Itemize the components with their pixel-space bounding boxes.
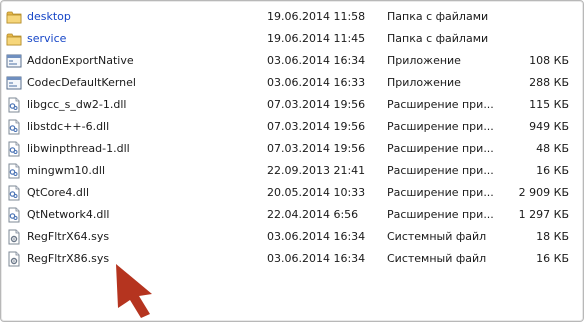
file-row[interactable]: AddonExportNative 03.06.2014 16:34 Приложе… (0, 50, 586, 72)
file-name: AddonExportNative (27, 54, 134, 67)
file-size: 48 КБ (536, 142, 569, 155)
file-size: 115 КБ (529, 98, 569, 111)
file-row[interactable]: QtNetwork4.dll 22.04.2014 6:56 Расширение … (0, 204, 586, 226)
file-row[interactable]: libwinpthread-1.dll 07.03.2014 19:56 Расши… (0, 138, 586, 160)
file-date-modified: 07.03.2014 19:56 (267, 98, 366, 111)
dll-file-icon (6, 141, 22, 157)
file-row[interactable]: QtCore4.dll 20.05.2014 10:33 Расширение пр… (0, 182, 586, 204)
file-type: Системный файл (387, 252, 487, 265)
file-name: RegFltrX86.sys (27, 252, 110, 265)
file-row[interactable]: RegFltrX64.sys 03.06.2014 16:34 Системный … (0, 226, 586, 248)
file-type: Расширение при... (387, 208, 494, 221)
dll-file-icon (6, 163, 22, 179)
file-type: Приложение (387, 54, 461, 67)
file-date-modified: 03.06.2014 16:34 (267, 252, 366, 265)
file-size: 108 КБ (529, 54, 569, 67)
folder-icon (6, 9, 22, 25)
file-name: QtNetwork4.dll (27, 208, 110, 221)
file-type: Расширение при... (387, 142, 494, 155)
file-type: Расширение при... (387, 186, 494, 199)
file-type: Расширение при... (387, 164, 494, 177)
file-size: 16 КБ (536, 164, 569, 177)
file-size: 18 КБ (536, 230, 569, 243)
file-size: 949 КБ (529, 120, 569, 133)
dll-file-icon (6, 119, 22, 135)
file-name: QtCore4.dll (27, 186, 90, 199)
file-name: service (27, 32, 67, 45)
file-date-modified: 07.03.2014 19:56 (267, 120, 366, 133)
file-type: Папка с файлами (387, 10, 489, 23)
file-type: Системный файл (387, 230, 487, 243)
pointer-arrow-icon (116, 264, 152, 318)
file-row[interactable]: libstdc++-6.dll 07.03.2014 19:56 Расширени… (0, 116, 586, 138)
file-type: Приложение (387, 76, 461, 89)
file-name: RegFltrX64.sys (27, 230, 110, 243)
file-name: CodecDefaultKernel (27, 76, 136, 89)
file-type: Расширение при... (387, 120, 494, 133)
file-date-modified: 07.03.2014 19:56 (267, 142, 366, 155)
file-date-modified: 03.06.2014 16:34 (267, 230, 366, 243)
file-size: 2 909 КБ (518, 186, 569, 199)
file-row[interactable]: service 19.06.2014 11:45 Папка с файлами (0, 28, 586, 50)
file-list: desktop 19.06.2014 11:58 Папка с файлами se… (0, 6, 586, 270)
file-date-modified: 22.04.2014 6:56 (267, 208, 359, 221)
file-date-modified: 19.06.2014 11:45 (267, 32, 366, 45)
file-name: libwinpthread-1.dll (27, 142, 130, 155)
file-row[interactable]: mingwm10.dll 22.09.2013 21:41 Расширение п… (0, 160, 586, 182)
file-size: 288 КБ (529, 76, 569, 89)
file-name: mingwm10.dll (27, 164, 106, 177)
file-type: Расширение при... (387, 98, 494, 111)
application-icon (6, 75, 22, 91)
file-row[interactable]: desktop 19.06.2014 11:58 Папка с файлами (0, 6, 586, 28)
dll-file-icon (6, 185, 22, 201)
system-file-icon (6, 229, 22, 245)
file-size: 16 КБ (536, 252, 569, 265)
system-file-icon (6, 251, 22, 267)
file-date-modified: 22.09.2013 21:41 (267, 164, 366, 177)
file-name: libstdc++-6.dll (27, 120, 110, 133)
file-row[interactable]: RegFltrX86.sys 03.06.2014 16:34 Системный … (0, 248, 586, 270)
file-name: desktop (27, 10, 71, 23)
file-row[interactable]: CodecDefaultKernel 03.06.2014 16:33 Прилож… (0, 72, 586, 94)
dll-file-icon (6, 207, 22, 223)
file-row[interactable]: libgcc_s_dw2-1.dll 07.03.2014 19:56 Расшир… (0, 94, 586, 116)
file-date-modified: 03.06.2014 16:33 (267, 76, 366, 89)
file-size: 1 297 КБ (518, 208, 569, 221)
file-date-modified: 20.05.2014 10:33 (267, 186, 366, 199)
file-date-modified: 03.06.2014 16:34 (267, 54, 366, 67)
application-icon (6, 53, 22, 69)
file-name: libgcc_s_dw2-1.dll (27, 98, 127, 111)
file-date-modified: 19.06.2014 11:58 (267, 10, 366, 23)
file-type: Папка с файлами (387, 32, 489, 45)
folder-icon (6, 31, 22, 47)
dll-file-icon (6, 97, 22, 113)
